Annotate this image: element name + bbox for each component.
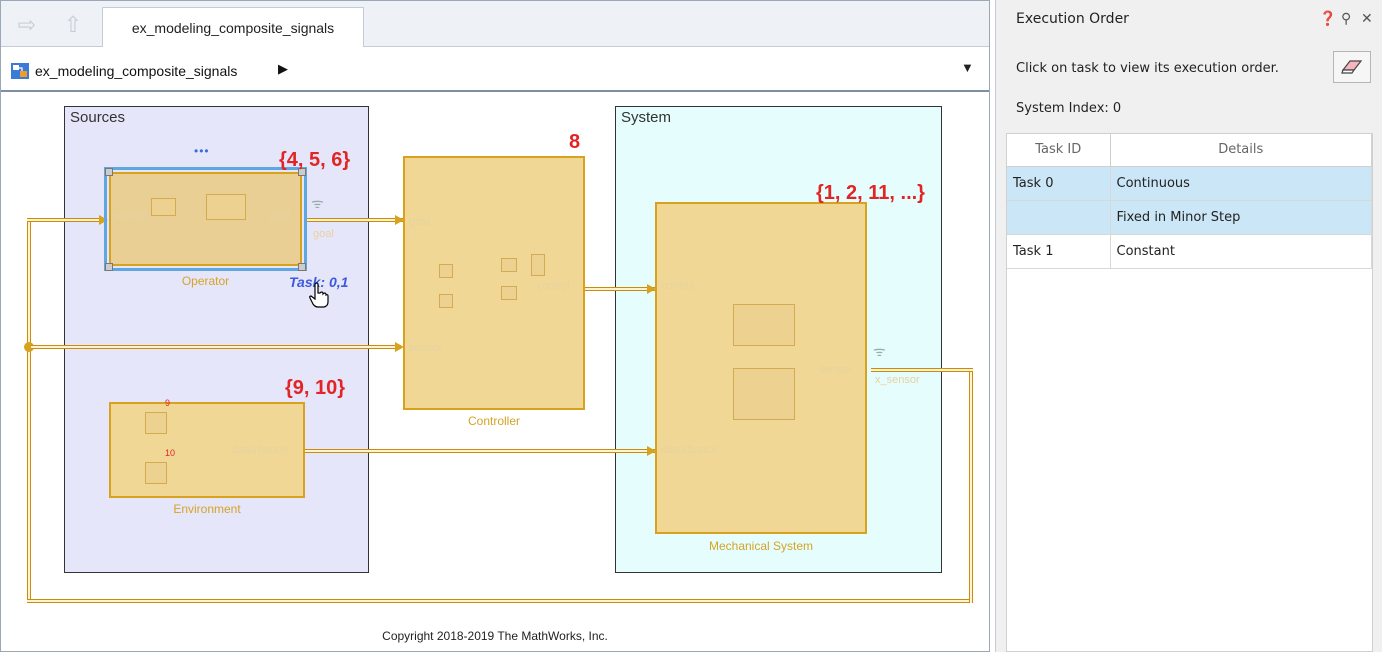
port-label: sensor bbox=[819, 364, 853, 376]
tab-label: ex_modeling_composite_signals bbox=[131, 19, 335, 36]
signal-line[interactable] bbox=[27, 218, 105, 222]
block-mechanical-system[interactable]: control disturbance sensor bbox=[655, 202, 867, 534]
port-label: disturbance bbox=[231, 444, 288, 456]
tab-strip: ⇨ ⇧ ex_modeling_composite_signals bbox=[1, 1, 989, 47]
up-arrow-icon[interactable]: ⇧ bbox=[59, 11, 87, 39]
port-label: disturbance bbox=[661, 444, 718, 456]
pin-icon[interactable]: ⚲ bbox=[1341, 10, 1351, 27]
column-header-task-id[interactable]: Task ID bbox=[1007, 134, 1111, 167]
instruction-text: Click on task to view its execution orde… bbox=[1016, 61, 1279, 76]
breadcrumb[interactable]: ex_modeling_composite_signals bbox=[35, 63, 237, 79]
task-order-label: {9, 10} bbox=[285, 377, 346, 399]
signal-line[interactable] bbox=[27, 599, 973, 603]
table-row[interactable]: Fixed in Minor Step bbox=[1007, 200, 1372, 235]
resize-handle[interactable] bbox=[298, 263, 306, 271]
signal-line[interactable] bbox=[585, 287, 655, 291]
inner-block bbox=[145, 412, 167, 434]
signal-line[interactable] bbox=[305, 449, 655, 453]
close-icon[interactable]: ✕ bbox=[1361, 10, 1373, 27]
signal-line[interactable] bbox=[27, 220, 31, 603]
inner-block bbox=[439, 264, 453, 278]
task-order-label: {1, 2, 11, ...} bbox=[816, 182, 925, 204]
block-name: Controller bbox=[467, 414, 521, 428]
area-title: System bbox=[621, 109, 672, 126]
block-name: Operator bbox=[181, 274, 230, 288]
port-label: sensor bbox=[115, 210, 149, 222]
system-index-label: System Index: 0 bbox=[1016, 101, 1122, 116]
task-table: Task ID Details Task 0 Continuous Fixed … bbox=[1006, 133, 1373, 652]
inner-block bbox=[145, 462, 167, 484]
task-id-cell bbox=[1007, 200, 1111, 235]
copyright-text: Copyright 2018-2019 The MathWorks, Inc. bbox=[382, 629, 608, 643]
task-id-cell: Task 1 bbox=[1007, 234, 1111, 269]
hand-cursor-icon bbox=[309, 282, 329, 308]
inner-block bbox=[439, 294, 453, 308]
inner-block bbox=[206, 194, 246, 220]
inner-block bbox=[733, 368, 795, 420]
inner-block bbox=[531, 254, 545, 276]
help-icon[interactable]: ❓ bbox=[1319, 10, 1336, 27]
signal-line[interactable] bbox=[31, 345, 401, 349]
details-cell: Constant bbox=[1110, 234, 1372, 269]
tab-model[interactable]: ex_modeling_composite_signals bbox=[102, 7, 364, 47]
column-header-details[interactable]: Details bbox=[1110, 134, 1372, 167]
execution-order-panel: Execution Order ❓ ⚲ ✕ Click on task to v… bbox=[995, 0, 1382, 652]
inner-order-label: 10 bbox=[165, 448, 176, 458]
area-title: Sources bbox=[70, 109, 126, 126]
panel-title: Execution Order bbox=[1016, 11, 1129, 27]
port-label: sensor bbox=[409, 342, 443, 354]
port-label: goal bbox=[269, 210, 290, 222]
port-label: goal bbox=[313, 228, 334, 240]
model-canvas[interactable]: Sources System sensor goal goal ᯤ ••• Op… bbox=[1, 94, 989, 651]
signal-line[interactable] bbox=[307, 218, 403, 222]
port-label: control bbox=[661, 280, 695, 292]
task-order-label: 8 bbox=[569, 131, 581, 153]
signal-line[interactable] bbox=[871, 368, 973, 372]
table-row[interactable]: Task 0 Continuous bbox=[1007, 166, 1372, 201]
chevron-down-icon[interactable]: ▼ bbox=[961, 60, 974, 75]
port-label: goal bbox=[409, 216, 430, 228]
block-environment[interactable]: 9 10 disturbance bbox=[109, 398, 305, 498]
resize-handle[interactable] bbox=[105, 168, 113, 176]
block-controller[interactable]: goal sensor control bbox=[403, 156, 585, 410]
block-name: Mechanical System bbox=[708, 539, 814, 553]
port-label: control bbox=[537, 280, 571, 292]
inner-block bbox=[501, 286, 517, 300]
task-order-label: {4, 5, 6} bbox=[279, 149, 351, 171]
breadcrumb-arrow-icon[interactable]: ▶ bbox=[278, 61, 288, 77]
port-label: x_sensor bbox=[875, 374, 920, 386]
table-row[interactable]: Task 1 Constant bbox=[1007, 234, 1372, 269]
details-cell: Continuous bbox=[1110, 166, 1372, 201]
task-id-cell: Task 0 bbox=[1007, 166, 1111, 201]
inner-block bbox=[733, 304, 795, 346]
inner-block bbox=[151, 198, 176, 216]
model-editor: ⇨ ⇧ ex_modeling_composite_signals ex_mod… bbox=[0, 0, 990, 652]
clear-highlight-button[interactable] bbox=[1333, 51, 1371, 83]
forward-arrow-icon[interactable]: ⇨ bbox=[13, 11, 41, 39]
eraser-icon bbox=[1341, 60, 1363, 74]
inner-order-label: 9 bbox=[165, 398, 171, 408]
details-cell: Fixed in Minor Step bbox=[1110, 200, 1372, 235]
resize-handle[interactable] bbox=[105, 263, 113, 271]
ellipsis-icon[interactable]: ••• bbox=[194, 144, 210, 158]
signal-line[interactable] bbox=[969, 368, 973, 603]
address-bar: ex_modeling_composite_signals ▶ ▼ bbox=[1, 47, 989, 92]
model-icon bbox=[11, 63, 29, 79]
block-name: Environment bbox=[173, 502, 241, 516]
inner-block bbox=[501, 258, 517, 272]
wifi-icon: ᯤ bbox=[311, 195, 324, 211]
wifi-icon: ᯤ bbox=[873, 343, 886, 359]
block-operator[interactable]: sensor goal bbox=[109, 172, 302, 266]
